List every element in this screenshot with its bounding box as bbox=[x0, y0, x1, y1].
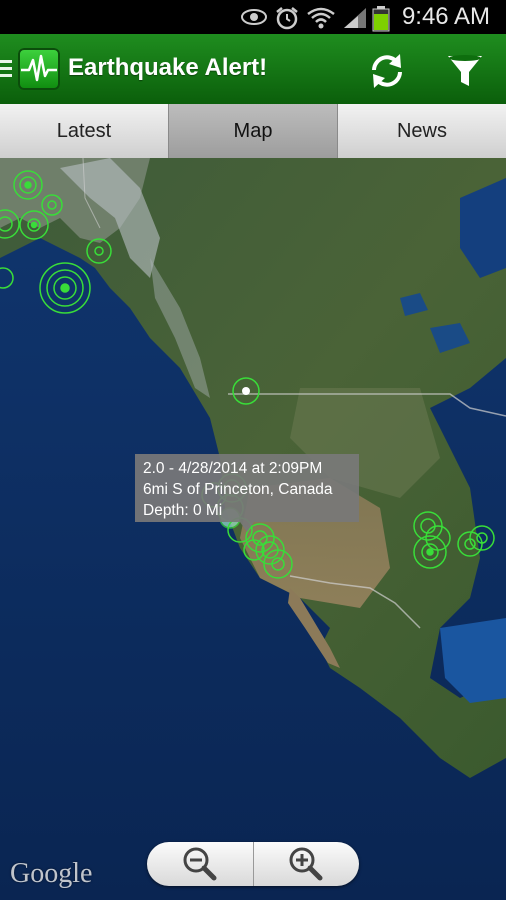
google-attribution: Google bbox=[10, 858, 93, 889]
zoom-out-button[interactable] bbox=[147, 842, 254, 886]
app-logo-icon[interactable] bbox=[18, 48, 60, 90]
filter-icon[interactable] bbox=[442, 48, 488, 94]
zoom-controls bbox=[147, 842, 359, 886]
refresh-icon[interactable] bbox=[364, 48, 410, 94]
status-bar: 9:46 AM bbox=[0, 0, 506, 34]
tab-latest[interactable]: Latest bbox=[0, 104, 169, 158]
eye-icon bbox=[241, 9, 267, 25]
zoom-in-button[interactable] bbox=[254, 842, 360, 886]
map-view[interactable]: 2.0 - 4/28/2014 at 2:09PM 6mi S of Princ… bbox=[0, 158, 506, 900]
action-bar: Earthquake Alert! bbox=[0, 34, 506, 105]
wifi-icon bbox=[307, 7, 335, 29]
popup-location: 6mi S of Princeton, Canada bbox=[143, 481, 333, 498]
alarm-icon bbox=[276, 7, 298, 30]
popup-depth: Depth: 0 Mi bbox=[143, 502, 223, 519]
tab-bar: Latest Map News bbox=[0, 104, 506, 158]
battery-icon bbox=[372, 6, 390, 32]
signal-icon bbox=[344, 8, 366, 28]
zoom-out-icon bbox=[183, 847, 217, 881]
tab-map[interactable]: Map bbox=[169, 104, 338, 158]
zoom-in-icon bbox=[289, 847, 323, 881]
tab-news[interactable]: News bbox=[338, 104, 506, 158]
earthquake-info-popup[interactable]: 2.0 - 4/28/2014 at 2:09PM 6mi S of Princ… bbox=[135, 454, 359, 522]
popup-magnitude-date: 2.0 - 4/28/2014 at 2:09PM bbox=[143, 460, 323, 477]
popup-pointer bbox=[240, 522, 254, 532]
status-time: 9:46 AM bbox=[401, 3, 490, 30]
menu-icon[interactable] bbox=[0, 58, 14, 80]
selected-marker[interactable] bbox=[242, 387, 250, 395]
app-title: Earthquake Alert! bbox=[68, 54, 268, 81]
